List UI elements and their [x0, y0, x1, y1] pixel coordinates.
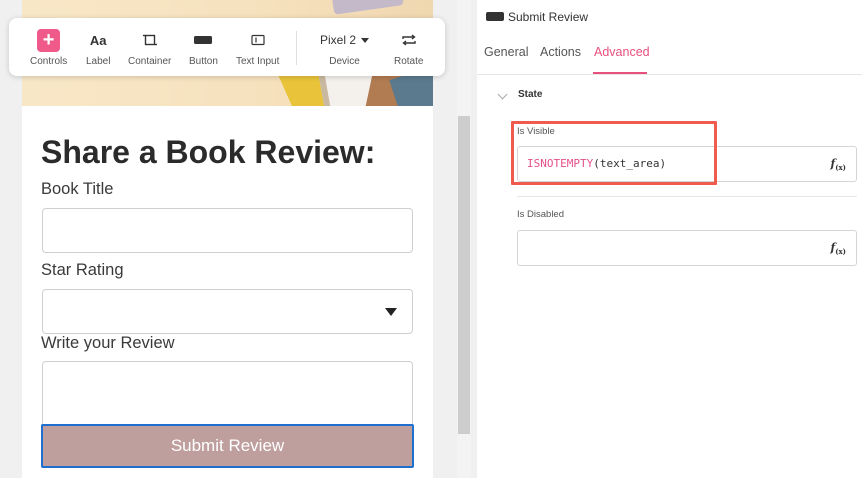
device-value: Pixel 2 [320, 33, 357, 47]
device-select[interactable]: Pixel 2 Device [320, 28, 370, 67]
canvas-scrollbar-thumb[interactable] [458, 116, 470, 434]
form-title: Share a Book Review: [41, 134, 376, 170]
tab-general[interactable]: General [484, 45, 528, 59]
review-label: Write your Review [41, 334, 175, 352]
component-toolbar: + Controls Aa Label Container Button Tex… [9, 18, 445, 76]
tab-actions[interactable]: Actions [540, 45, 581, 59]
book-title-input[interactable] [42, 208, 413, 253]
toolbar-label[interactable]: Aa Label [86, 28, 110, 68]
chevron-down-icon[interactable] [497, 89, 508, 100]
toolbar-container[interactable]: Container [128, 28, 171, 67]
chevron-down-icon [361, 37, 370, 43]
submit-review-button[interactable]: Submit Review [41, 424, 414, 468]
toolbar-button[interactable]: Button [189, 28, 218, 67]
is-disabled-label: Is Disabled [517, 209, 564, 220]
component-title: Submit Review [508, 10, 589, 24]
text-input-icon [251, 34, 265, 46]
tab-advanced[interactable]: Advanced [594, 45, 650, 59]
fx-icon[interactable]: f(x) [830, 157, 846, 172]
star-rating-label: Star Rating [41, 261, 124, 279]
star-rating-select[interactable] [42, 289, 413, 334]
toolbar-text-input[interactable]: Text Input [236, 28, 279, 67]
property-divider [517, 196, 857, 197]
book-title-label: Book Title [41, 180, 114, 198]
properties-panel: Submit Review General Actions Advanced S… [477, 0, 862, 478]
rotate-icon [402, 34, 416, 46]
plus-icon: + [37, 28, 61, 52]
button-component-icon [486, 12, 504, 21]
is-disabled-expression-field[interactable]: f(x) [517, 230, 857, 266]
fx-icon[interactable]: f(x) [830, 241, 846, 256]
section-title-state[interactable]: State [518, 89, 542, 100]
text-aa-icon: Aa [89, 32, 107, 48]
toolbar-controls[interactable]: + Controls [30, 28, 67, 67]
button-icon [194, 36, 213, 44]
dropdown-caret-icon [385, 308, 397, 316]
rotate-button[interactable]: Rotate [394, 28, 423, 67]
toolbar-separator [296, 31, 297, 65]
highlight-annotation [511, 121, 717, 185]
tabs-divider [477, 74, 862, 75]
review-textarea[interactable] [42, 361, 413, 431]
container-icon [142, 34, 157, 46]
properties-tabs: General Actions Advanced [477, 40, 862, 74]
